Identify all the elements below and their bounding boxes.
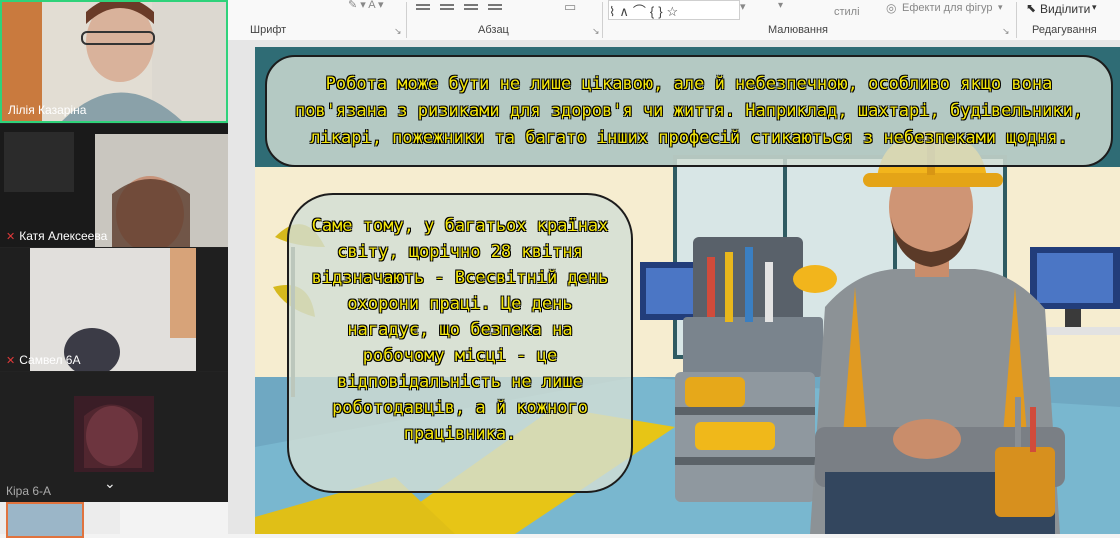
align-center-icon[interactable] <box>440 4 454 6</box>
font-controls-icon[interactable]: ✎ ▾ A ▾ <box>348 0 384 11</box>
slide-thumbnail[interactable] <box>6 502 84 538</box>
participant-tile[interactable]: ✕ Самвел 6А <box>0 248 228 371</box>
group-editing-label: Редагування <box>1032 24 1097 36</box>
speech-bubble-left[interactable]: Саме тому, у багатьох країнах світу, щор… <box>287 193 633 493</box>
slide-text-intro: Робота може бути не лише цікавою, але й … <box>294 73 1084 148</box>
chevron-down-icon[interactable]: ⌄ <box>104 475 116 492</box>
participant-tile[interactable]: Кіра 6-А ⌄ <box>0 372 228 502</box>
participant-name: Кіра 6-А <box>6 484 52 498</box>
select-dropdown-icon[interactable]: ▾ <box>1092 2 1097 13</box>
drawing-dialog-launcher-icon[interactable]: ↘ <box>1002 26 1010 37</box>
participant-name: ✕ Самвел 6А <box>6 353 81 367</box>
align-justify-icon[interactable] <box>488 4 502 6</box>
select-button[interactable]: Виділити <box>1040 2 1090 16</box>
group-drawing-label: Малювання <box>768 24 829 36</box>
divider <box>1016 2 1017 38</box>
speech-bubble-top[interactable]: Робота може бути не лише цікавою, але й … <box>265 55 1113 167</box>
participant-tile-active[interactable]: Лілія Казаріна <box>0 0 228 123</box>
paragraph-dialog-launcher-icon[interactable]: ↘ <box>592 26 600 37</box>
align-left-icon[interactable] <box>416 4 430 6</box>
slide-text-safety-day: Саме тому, у багатьох країнах світу, щор… <box>311 216 609 444</box>
ribbon: ✎ ▾ A ▾ Шрифт ↘ ▭ Абзац ↘ ⌇∧⌒{}☆ ▾ ▾ сти… <box>228 0 1120 41</box>
arrange-dropdown-icon[interactable]: ▾ <box>778 0 783 11</box>
shapes-gallery-more-icon[interactable]: ▾ <box>740 0 746 13</box>
slide-canvas[interactable]: Робота може бути не лише цікавою, але й … <box>255 47 1120 534</box>
muted-mic-icon: ✕ <box>6 230 16 243</box>
participant-name: ✕ Катя Алексеева <box>6 229 108 243</box>
cursor-icon: ⬉ <box>1026 1 1037 15</box>
participant-tile[interactable]: ✕ Катя Алексеева <box>0 124 228 247</box>
shape-effects-dropdown-icon[interactable]: ▾ <box>998 2 1003 13</box>
group-paragraph-label: Абзац <box>478 24 509 36</box>
shapes-gallery[interactable]: ⌇∧⌒{}☆ <box>608 0 740 20</box>
align-right-icon[interactable] <box>464 4 478 6</box>
group-font-label: Шрифт <box>250 24 287 36</box>
shape-effects-button[interactable]: Ефекти для фігур <box>902 2 993 14</box>
muted-mic-icon: ✕ <box>6 354 16 367</box>
quick-styles-label[interactable]: стилі <box>834 6 860 18</box>
divider <box>602 2 603 38</box>
columns-icon[interactable]: ▭ <box>564 0 576 15</box>
shape-effects-icon: ◎ <box>886 1 897 15</box>
divider <box>406 2 407 38</box>
participant-name: Лілія Казаріна <box>8 103 87 117</box>
video-participants-panel: Лілія Казаріна ✕ Катя Алексеева ✕ Самвел 6… <box>0 0 228 502</box>
font-dialog-launcher-icon[interactable]: ↘ <box>394 26 402 37</box>
